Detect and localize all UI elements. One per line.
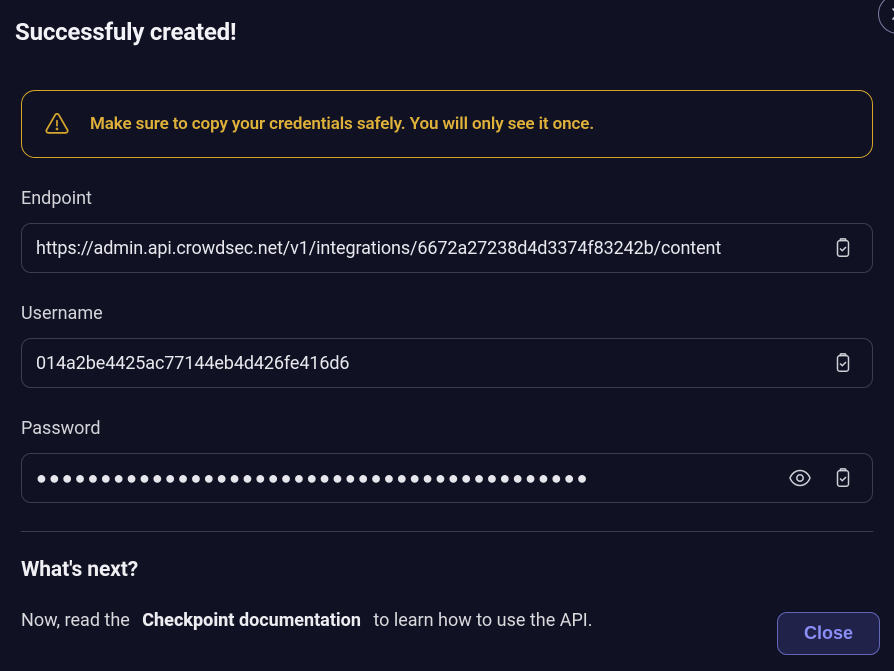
- warning-triangle-icon: [44, 111, 70, 137]
- modal-header: Successfuly created!: [15, 14, 879, 46]
- clipboard-check-icon: [832, 351, 854, 375]
- warning-banner: Make sure to copy your credentials safel…: [21, 90, 873, 158]
- whats-next-suffix: to learn how to use the API.: [373, 610, 592, 631]
- modal-footer: Close: [777, 612, 880, 655]
- eye-icon: [786, 466, 814, 490]
- copy-username-button[interactable]: [828, 351, 858, 375]
- password-value-masked: ●●●●●●●●●●●●●●●●●●●●●●●●●●●●●●●●●●●●●●●●…: [36, 468, 772, 489]
- modal-content: Make sure to copy your credentials safel…: [15, 90, 879, 661]
- endpoint-label: Endpoint: [21, 188, 873, 209]
- credentials-modal: Successfuly created! Make sure to copy y…: [0, 0, 894, 671]
- username-label: Username: [21, 303, 873, 324]
- warning-text: Make sure to copy your credentials safel…: [90, 114, 594, 134]
- endpoint-field: https://admin.api.crowdsec.net/v1/integr…: [21, 223, 873, 273]
- whats-next-prefix: Now, read the: [21, 610, 130, 631]
- whats-next-title: What's next?: [21, 558, 873, 582]
- reveal-password-button[interactable]: [782, 466, 818, 490]
- documentation-link-rest: documentation: [239, 610, 361, 631]
- close-icon-button[interactable]: [878, 0, 894, 34]
- documentation-link-strong: Checkpoint: [142, 610, 234, 631]
- documentation-link[interactable]: Checkpoint documentation: [142, 610, 361, 631]
- divider: [21, 531, 873, 532]
- password-label: Password: [21, 418, 873, 439]
- password-field: ●●●●●●●●●●●●●●●●●●●●●●●●●●●●●●●●●●●●●●●●…: [21, 453, 873, 503]
- username-value: 014a2be4425ac77144eb4d426fe416d6: [36, 353, 818, 374]
- endpoint-value: https://admin.api.crowdsec.net/v1/integr…: [36, 238, 818, 259]
- close-button[interactable]: Close: [777, 612, 880, 655]
- username-field: 014a2be4425ac77144eb4d426fe416d6: [21, 338, 873, 388]
- modal-title: Successfuly created!: [15, 18, 236, 46]
- whats-next-line: Now, read the Checkpoint documentation t…: [21, 610, 873, 661]
- clipboard-check-icon: [832, 466, 854, 490]
- clipboard-check-icon: [832, 236, 854, 260]
- copy-endpoint-button[interactable]: [828, 236, 858, 260]
- copy-password-button[interactable]: [828, 466, 858, 490]
